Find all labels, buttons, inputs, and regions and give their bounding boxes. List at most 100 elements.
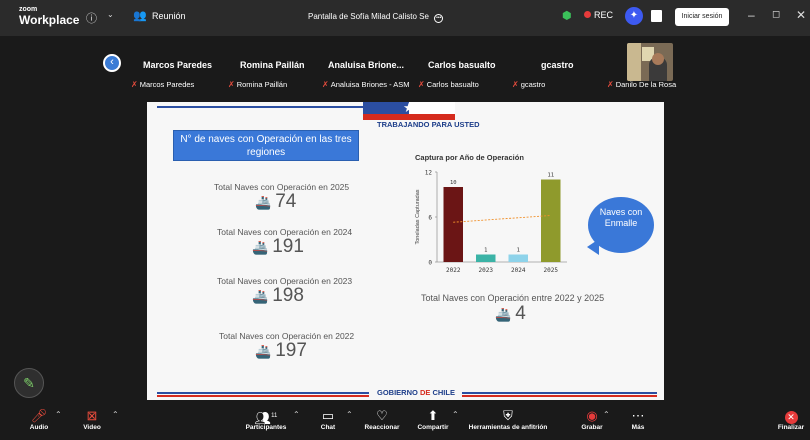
meeting-icon: 👥 [133, 10, 147, 22]
mic-muted-icon: ✗ [512, 80, 519, 89]
participant-label: ✗ Danilo De la Rosa [607, 80, 677, 89]
y-tick-label: 0 [428, 260, 432, 267]
mic-muted-icon: 🎤︎ [30, 408, 48, 423]
participant-name: Marcos Paredes [143, 60, 213, 70]
meeting-toolbar [0, 404, 810, 440]
ship-icon: 🚢 [252, 289, 269, 304]
participants-icon: 👥︎11 [254, 410, 278, 426]
x-tick-label: 2025 [544, 267, 559, 274]
chat-button[interactable]: ▭ Chat [316, 404, 340, 431]
mic-muted-icon: ✗ [228, 80, 235, 89]
footer-line [157, 106, 372, 108]
stat-value: 🚢 198 [252, 285, 304, 306]
recording-indicator: REC [584, 10, 613, 20]
stat-value: 🚢 74 [255, 191, 297, 212]
screen-share-indicator[interactable]: Pantalla de Sofía Milad Calisto Se ••• [290, 8, 460, 26]
participant-name: Carlos basualto [428, 60, 496, 70]
more-button[interactable]: ⋯ Más [626, 404, 650, 431]
ship-icon: 🚢 [495, 307, 512, 322]
mic-muted-icon: ✗ [418, 80, 425, 89]
participants-options-caret[interactable]: ⌃ [293, 410, 300, 419]
record-options-caret[interactable]: ⌃ [603, 410, 610, 419]
footer-text: GOBIERNO DE CHILE [377, 388, 455, 397]
x-tick-label: 2024 [511, 267, 526, 274]
ship-icon: 🚢 [252, 240, 269, 255]
chile-flag-logo: ★ [363, 100, 455, 120]
audio-button[interactable]: 🎤︎ Audio [27, 404, 51, 431]
callout-bubble: Naves con Enmalle [588, 197, 654, 253]
ai-companion-icon[interactable]: ✦ [625, 7, 643, 25]
mic-muted-icon: ✗ [131, 80, 138, 89]
y-tick-label: 12 [425, 170, 433, 177]
total-value: 🚢 4 [495, 303, 526, 324]
stat-value: 🚢 197 [255, 340, 307, 361]
share-button[interactable]: ⬆︎ Compartir [415, 404, 451, 431]
meeting-label: Reunión [152, 11, 186, 21]
heart-icon: ♡ [376, 408, 388, 423]
participant-name: Analuisa Brione... [328, 60, 405, 70]
rec-dot-icon [584, 11, 591, 18]
options-icon[interactable]: ••• [434, 14, 444, 23]
participant-label: ✗ gcastro [512, 80, 546, 89]
mic-muted-icon: ✗ [607, 80, 614, 89]
minimize-icon[interactable]: – [748, 8, 755, 22]
mic-muted-icon: ✗ [322, 80, 329, 89]
ship-icon: 🚢 [255, 344, 272, 359]
chat-options-caret[interactable]: ⌃ [346, 410, 353, 419]
rec-label: REC [594, 10, 614, 20]
slide-title-box: N° de naves con Operación en las tres re… [173, 130, 359, 161]
react-button[interactable]: ♡ Reaccionar [360, 404, 404, 431]
total-label: Total Naves con Operación entre 2022 y 2… [421, 293, 605, 303]
bar-data-label: 1 [517, 248, 520, 254]
maximize-icon[interactable]: ◻ [772, 9, 780, 20]
shared-slide: ★ TRABAJANDO PARA USTED N° de naves con … [147, 100, 664, 400]
capture-chart: 0 6 12 Toneladas Capturadas 10 2022 1 2023 1 2024… [415, 170, 567, 274]
audio-options-caret[interactable]: ⌃ [55, 410, 62, 419]
participant-label: ✗ Analuisa Briones - ASM [322, 80, 410, 89]
shield-icon: ⬢ [562, 10, 572, 22]
chat-icon: ▭ [321, 408, 335, 423]
shield-icon: ⛨ [503, 408, 513, 423]
participant-video [627, 43, 673, 81]
bar [541, 179, 561, 262]
participant-label: ✗ Romina Paillán [228, 80, 288, 89]
end-icon: ✕ [776, 408, 806, 424]
bar-data-label: 11 [547, 173, 554, 179]
stat-value: 🚢 191 [252, 236, 304, 257]
share-options-caret[interactable]: ⌃ [452, 410, 459, 419]
annotate-pencil-button[interactable]: ✎ [14, 368, 44, 398]
close-icon[interactable]: ✕ [796, 8, 806, 22]
participant-label: ✗ Marcos Paredes [131, 80, 195, 89]
participant-name: Romina Paillán [240, 60, 305, 70]
video-options-caret[interactable]: ⌃ [112, 410, 119, 419]
info-icon[interactable]: ⓘ [86, 10, 97, 26]
ship-icon: 🚢 [255, 195, 272, 210]
more-icon: ⋯ [631, 408, 645, 423]
share-label: Pantalla de Sofía Milad Calisto Se [308, 12, 429, 21]
chevron-down-icon[interactable]: ⌄ [107, 10, 114, 19]
y-axis-label: Toneladas Capturadas [415, 189, 421, 244]
share-screen-icon: ⬆︎ [427, 408, 439, 423]
app-logo: Workplace [19, 13, 80, 27]
bar [443, 187, 463, 262]
participants-button[interactable]: 👥︎11 Participantes [236, 404, 296, 431]
bar-data-label: 10 [450, 180, 457, 186]
participant-label: ✗ Carlos basualto [418, 80, 479, 89]
note-icon[interactable] [651, 10, 662, 22]
slide-header: TRABAJANDO PARA USTED [377, 120, 480, 129]
video-off-icon: ⊠ [86, 408, 98, 423]
end-meeting-button[interactable]: ✕ Finalizar [776, 404, 806, 431]
video-button[interactable]: ⊠ Video [80, 404, 104, 431]
prev-page-button[interactable]: ‹ [103, 54, 121, 72]
y-tick-label: 6 [428, 215, 432, 222]
app-logo-top: zoom [19, 6, 38, 13]
x-tick-label: 2023 [479, 267, 494, 274]
x-tick-label: 2022 [446, 267, 461, 274]
bar-data-label: 1 [484, 248, 487, 254]
trendline [453, 215, 551, 223]
signin-button[interactable]: Iniciar sesión [675, 8, 729, 26]
host-tools-button[interactable]: ⛨ Herramientas de anfitrión [462, 404, 554, 431]
participant-name: gcastro [541, 60, 574, 70]
bar [476, 254, 496, 262]
bar [508, 254, 528, 262]
